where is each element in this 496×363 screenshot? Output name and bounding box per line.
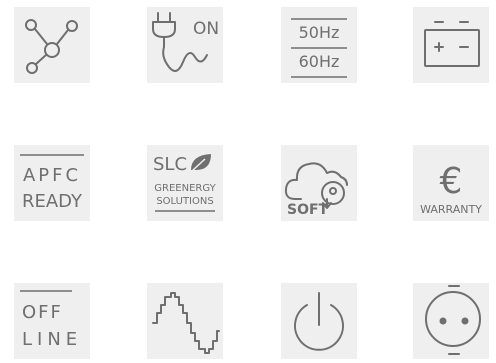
apfc-label: APFC [23,165,81,186]
slc-greenergy-icon: SLC GREENERGY SOLUTIONS [147,145,223,221]
off-label: OFF [22,302,63,323]
power-button-icon [281,283,357,359]
greenergy-label: GREENERGY [154,183,216,194]
warranty-label: WARRANTY [420,203,482,216]
apfc-ready-icon: APFC READY [14,145,90,221]
battery-icon [413,7,489,83]
line-label: LINE [22,329,82,350]
frequency-icon: 50Hz 60Hz [281,7,357,83]
on-label: ON [193,19,219,39]
slc-label: SLC [153,154,187,175]
power-socket-icon [413,283,489,359]
cloud-download-soft-icon: SOFT [281,145,357,221]
network-nodes-icon [14,7,90,83]
solutions-label: SOLUTIONS [156,196,213,207]
offline-icon: OFF LINE [14,283,90,359]
freq-50hz: 50Hz [299,23,340,42]
stepped-sine-wave-icon [147,283,223,359]
freq-60hz: 60Hz [299,52,340,71]
euro-warranty-icon: € WARRANTY [413,145,489,221]
euro-symbol: € [440,161,463,202]
power-plug-on-icon: ON [147,7,223,83]
ready-label: READY [22,191,83,212]
soft-label: SOFT [287,202,329,218]
